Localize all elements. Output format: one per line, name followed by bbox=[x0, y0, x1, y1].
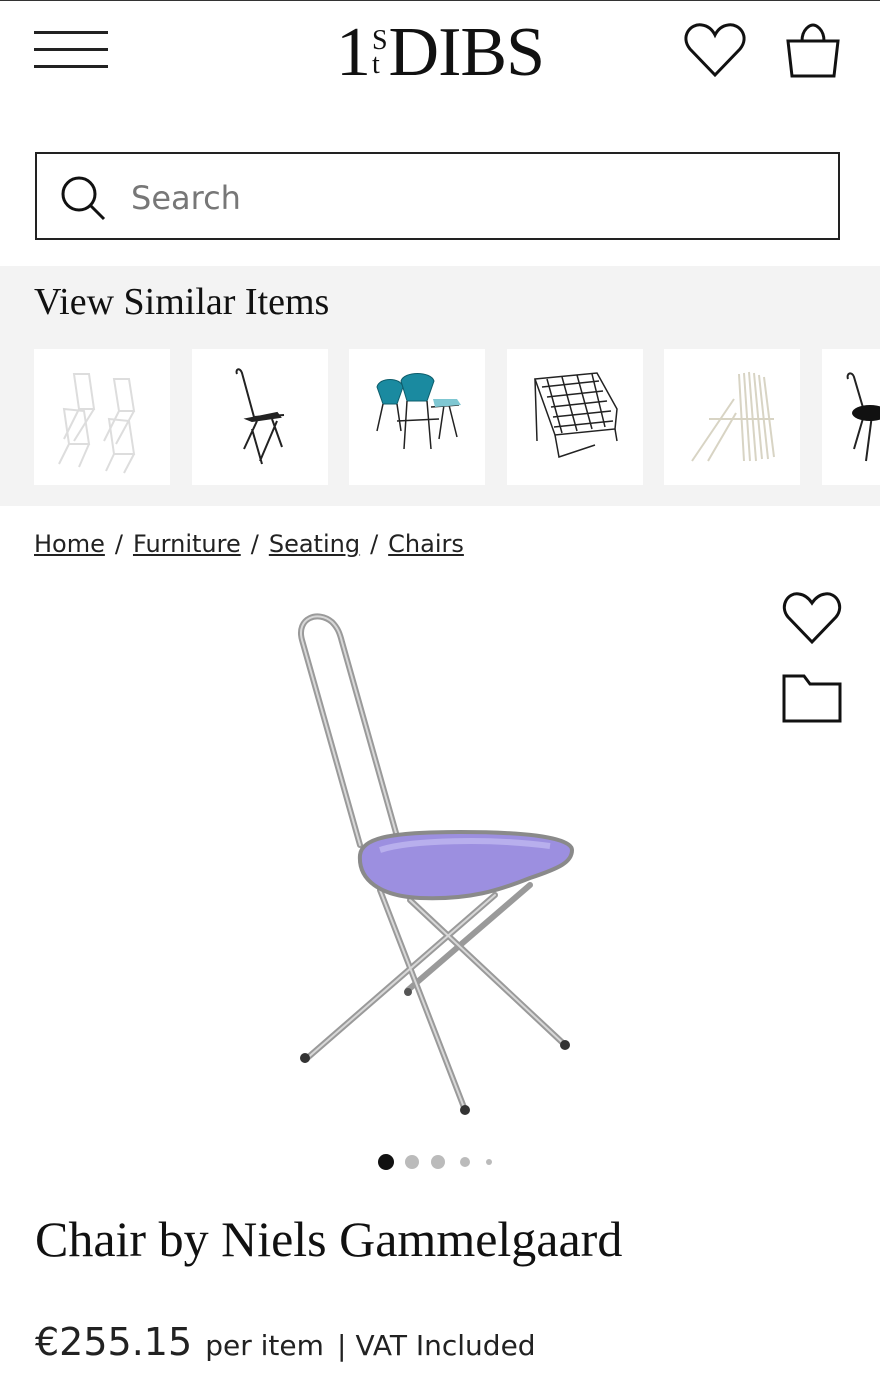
wire-lounge-chair-image bbox=[533, 372, 618, 458]
product-title: Chair by Niels Gammelgaard bbox=[35, 1211, 623, 1267]
carousel-dot[interactable] bbox=[460, 1157, 470, 1167]
price-row: €255.15 per item | VAT Included bbox=[35, 1320, 536, 1364]
site-logo[interactable]: 1 S t DIBS bbox=[320, 13, 560, 93]
logo-t: t bbox=[371, 49, 380, 80]
black-wire-chair-image bbox=[235, 368, 285, 465]
carousel-dot[interactable] bbox=[486, 1159, 492, 1165]
breadcrumb-separator: / bbox=[250, 530, 259, 558]
product-image[interactable] bbox=[260, 600, 620, 1130]
search-icon bbox=[61, 176, 106, 221]
breadcrumb: Home / Furniture / Seating / Chairs bbox=[34, 530, 464, 558]
breadcrumb-home[interactable]: Home bbox=[34, 530, 105, 558]
similar-item-thumbnail[interactable] bbox=[34, 349, 170, 485]
folder-icon[interactable] bbox=[782, 672, 842, 724]
breadcrumb-separator: / bbox=[114, 530, 123, 558]
chair-image bbox=[298, 613, 575, 1115]
favorites-heart-icon[interactable] bbox=[684, 21, 746, 79]
product-price: €255.15 bbox=[35, 1320, 193, 1364]
menu-icon[interactable] bbox=[34, 31, 108, 69]
carousel-dot[interactable] bbox=[431, 1155, 445, 1169]
carousel-dot-active[interactable] bbox=[378, 1154, 394, 1170]
search-input[interactable] bbox=[129, 174, 813, 222]
vat-label: VAT Included bbox=[355, 1329, 536, 1362]
white-folding-chairs-set-image bbox=[58, 373, 136, 474]
breadcrumb-chairs[interactable]: Chairs bbox=[388, 530, 464, 558]
breadcrumb-separator: / bbox=[370, 530, 379, 558]
similar-item-thumbnail[interactable] bbox=[349, 349, 485, 485]
shopping-bag-icon[interactable] bbox=[784, 23, 842, 79]
logo-superscript: S t bbox=[371, 27, 388, 80]
logo-number: 1 bbox=[335, 14, 371, 91]
search-bar[interactable] bbox=[35, 152, 840, 240]
similar-item-thumbnail[interactable] bbox=[822, 349, 880, 485]
similar-item-thumbnail[interactable] bbox=[664, 349, 800, 485]
teal-chairs-and-table-image bbox=[376, 373, 461, 450]
similar-item-thumbnail[interactable] bbox=[192, 349, 328, 485]
black-wire-chair-partial-image bbox=[846, 372, 880, 462]
similar-item-thumbnail[interactable] bbox=[507, 349, 643, 485]
save-heart-icon[interactable] bbox=[782, 590, 842, 646]
similar-items-section: View Similar Items bbox=[0, 266, 880, 506]
similar-items-title: View Similar Items bbox=[34, 281, 330, 323]
carousel-indicator bbox=[378, 1150, 498, 1174]
breadcrumb-furniture[interactable]: Furniture bbox=[133, 530, 241, 558]
carousel-dot[interactable] bbox=[405, 1155, 419, 1169]
white-folding-chairs-stack-image bbox=[691, 371, 775, 462]
breadcrumb-seating[interactable]: Seating bbox=[269, 530, 360, 558]
price-divider: | bbox=[337, 1329, 347, 1362]
logo-text: DIBS bbox=[388, 14, 545, 91]
header: 1 S t DIBS bbox=[0, 0, 880, 111]
per-item-label: per item bbox=[205, 1329, 324, 1362]
